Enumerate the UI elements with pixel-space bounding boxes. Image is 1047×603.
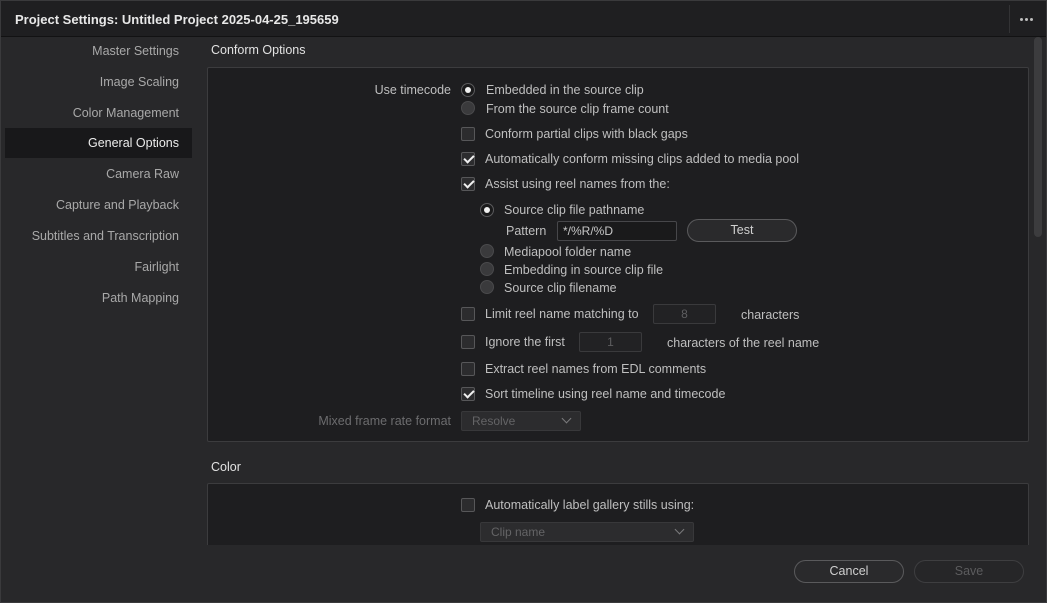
pattern-label: Pattern [506,224,547,238]
content-scrollbar[interactable] [1034,37,1042,237]
extract-edl-label: Extract reel names from EDL comments [485,362,707,376]
conform-options-panel: Use timecode Embedded in the source clip… [207,67,1029,442]
sort-timeline-label: Sort timeline using reel name and timeco… [485,387,726,401]
timecode-frame-count-radio[interactable] [461,101,475,115]
use-timecode-label: Use timecode [374,83,451,97]
auto-conform-label: Automatically conform missing clips adde… [485,152,800,166]
sidebar-item-image-scaling[interactable]: Image Scaling [100,68,179,97]
ignore-first-suffix: characters of the reel name [667,336,820,350]
mixed-frame-rate-label: Mixed frame rate format [318,414,451,428]
conform-options-heading: Conform Options [211,43,306,57]
save-button[interactable]: Save [914,560,1024,583]
sort-timeline-checkbox[interactable] [461,387,475,401]
limit-reel-suffix: characters [741,308,800,322]
reel-source-pathname-label: Source clip file pathname [504,203,645,217]
auto-label-stills-checkbox[interactable] [461,498,475,512]
color-heading: Color [211,460,241,474]
ignore-first-checkbox[interactable] [461,335,475,349]
reel-source-filename-label: Source clip filename [504,281,617,295]
label-source-value: Clip name [491,525,546,539]
conform-partial-checkbox[interactable] [461,127,475,141]
sidebar-item-fairlight[interactable]: Fairlight [135,253,179,282]
ignore-first-label: Ignore the first [485,335,565,349]
ignore-first-input[interactable] [579,332,642,352]
pattern-input[interactable] [557,221,677,241]
title-bar: Project Settings: Untitled Project 2025-… [1,1,1046,37]
more-horizontal-icon[interactable] [1014,9,1038,29]
reel-source-embedding-radio[interactable] [480,262,494,276]
mixed-frame-rate-select[interactable]: Resolve [461,411,581,431]
reel-source-embedding-label: Embedding in source clip file [504,263,664,277]
chevron-down-icon [674,524,685,535]
limit-reel-input[interactable] [653,304,716,324]
settings-content: Conform Options Use timecode Embedded in… [201,37,1034,545]
label-source-select[interactable]: Clip name [480,522,694,542]
auto-conform-checkbox[interactable] [461,152,475,166]
cancel-button[interactable]: Cancel [794,560,904,583]
project-settings-dialog: Project Settings: Untitled Project 2025-… [0,0,1047,603]
assist-reel-checkbox[interactable] [461,177,475,191]
assist-reel-label: Assist using reel names from the: [485,177,670,191]
mixed-frame-rate-value: Resolve [472,414,516,428]
limit-reel-checkbox[interactable] [461,307,475,321]
sidebar-item-camera-raw[interactable]: Camera Raw [106,160,179,189]
sidebar-item-master-settings[interactable]: Master Settings [92,37,179,66]
conform-partial-label: Conform partial clips with black gaps [485,127,688,141]
sidebar-item-general-options[interactable]: General Options [88,129,179,158]
reel-source-mediapool-label: Mediapool folder name [504,245,632,259]
limit-reel-label: Limit reel name matching to [485,307,639,321]
test-button[interactable]: Test [687,219,797,242]
timecode-frame-count-label: From the source clip frame count [486,102,669,116]
timecode-embedded-label: Embedded in the source clip [486,83,644,97]
color-panel: Automatically label gallery stills using… [207,483,1029,545]
title-divider [1009,5,1010,33]
extract-edl-checkbox[interactable] [461,362,475,376]
sidebar-item-capture-and-playback[interactable]: Capture and Playback [56,191,179,220]
timecode-embedded-radio[interactable] [461,83,475,97]
chevron-down-icon [561,413,572,424]
auto-label-stills-label: Automatically label gallery stills using… [485,498,695,512]
reel-source-pathname-radio[interactable] [480,203,494,217]
window-title: Project Settings: Untitled Project 2025-… [15,12,339,27]
sidebar-item-subtitles-and-transcription[interactable]: Subtitles and Transcription [32,222,179,251]
reel-source-filename-radio[interactable] [480,280,494,294]
sidebar-item-color-management[interactable]: Color Management [73,99,179,128]
sidebar-item-path-mapping[interactable]: Path Mapping [102,284,179,313]
reel-source-mediapool-radio[interactable] [480,244,494,258]
